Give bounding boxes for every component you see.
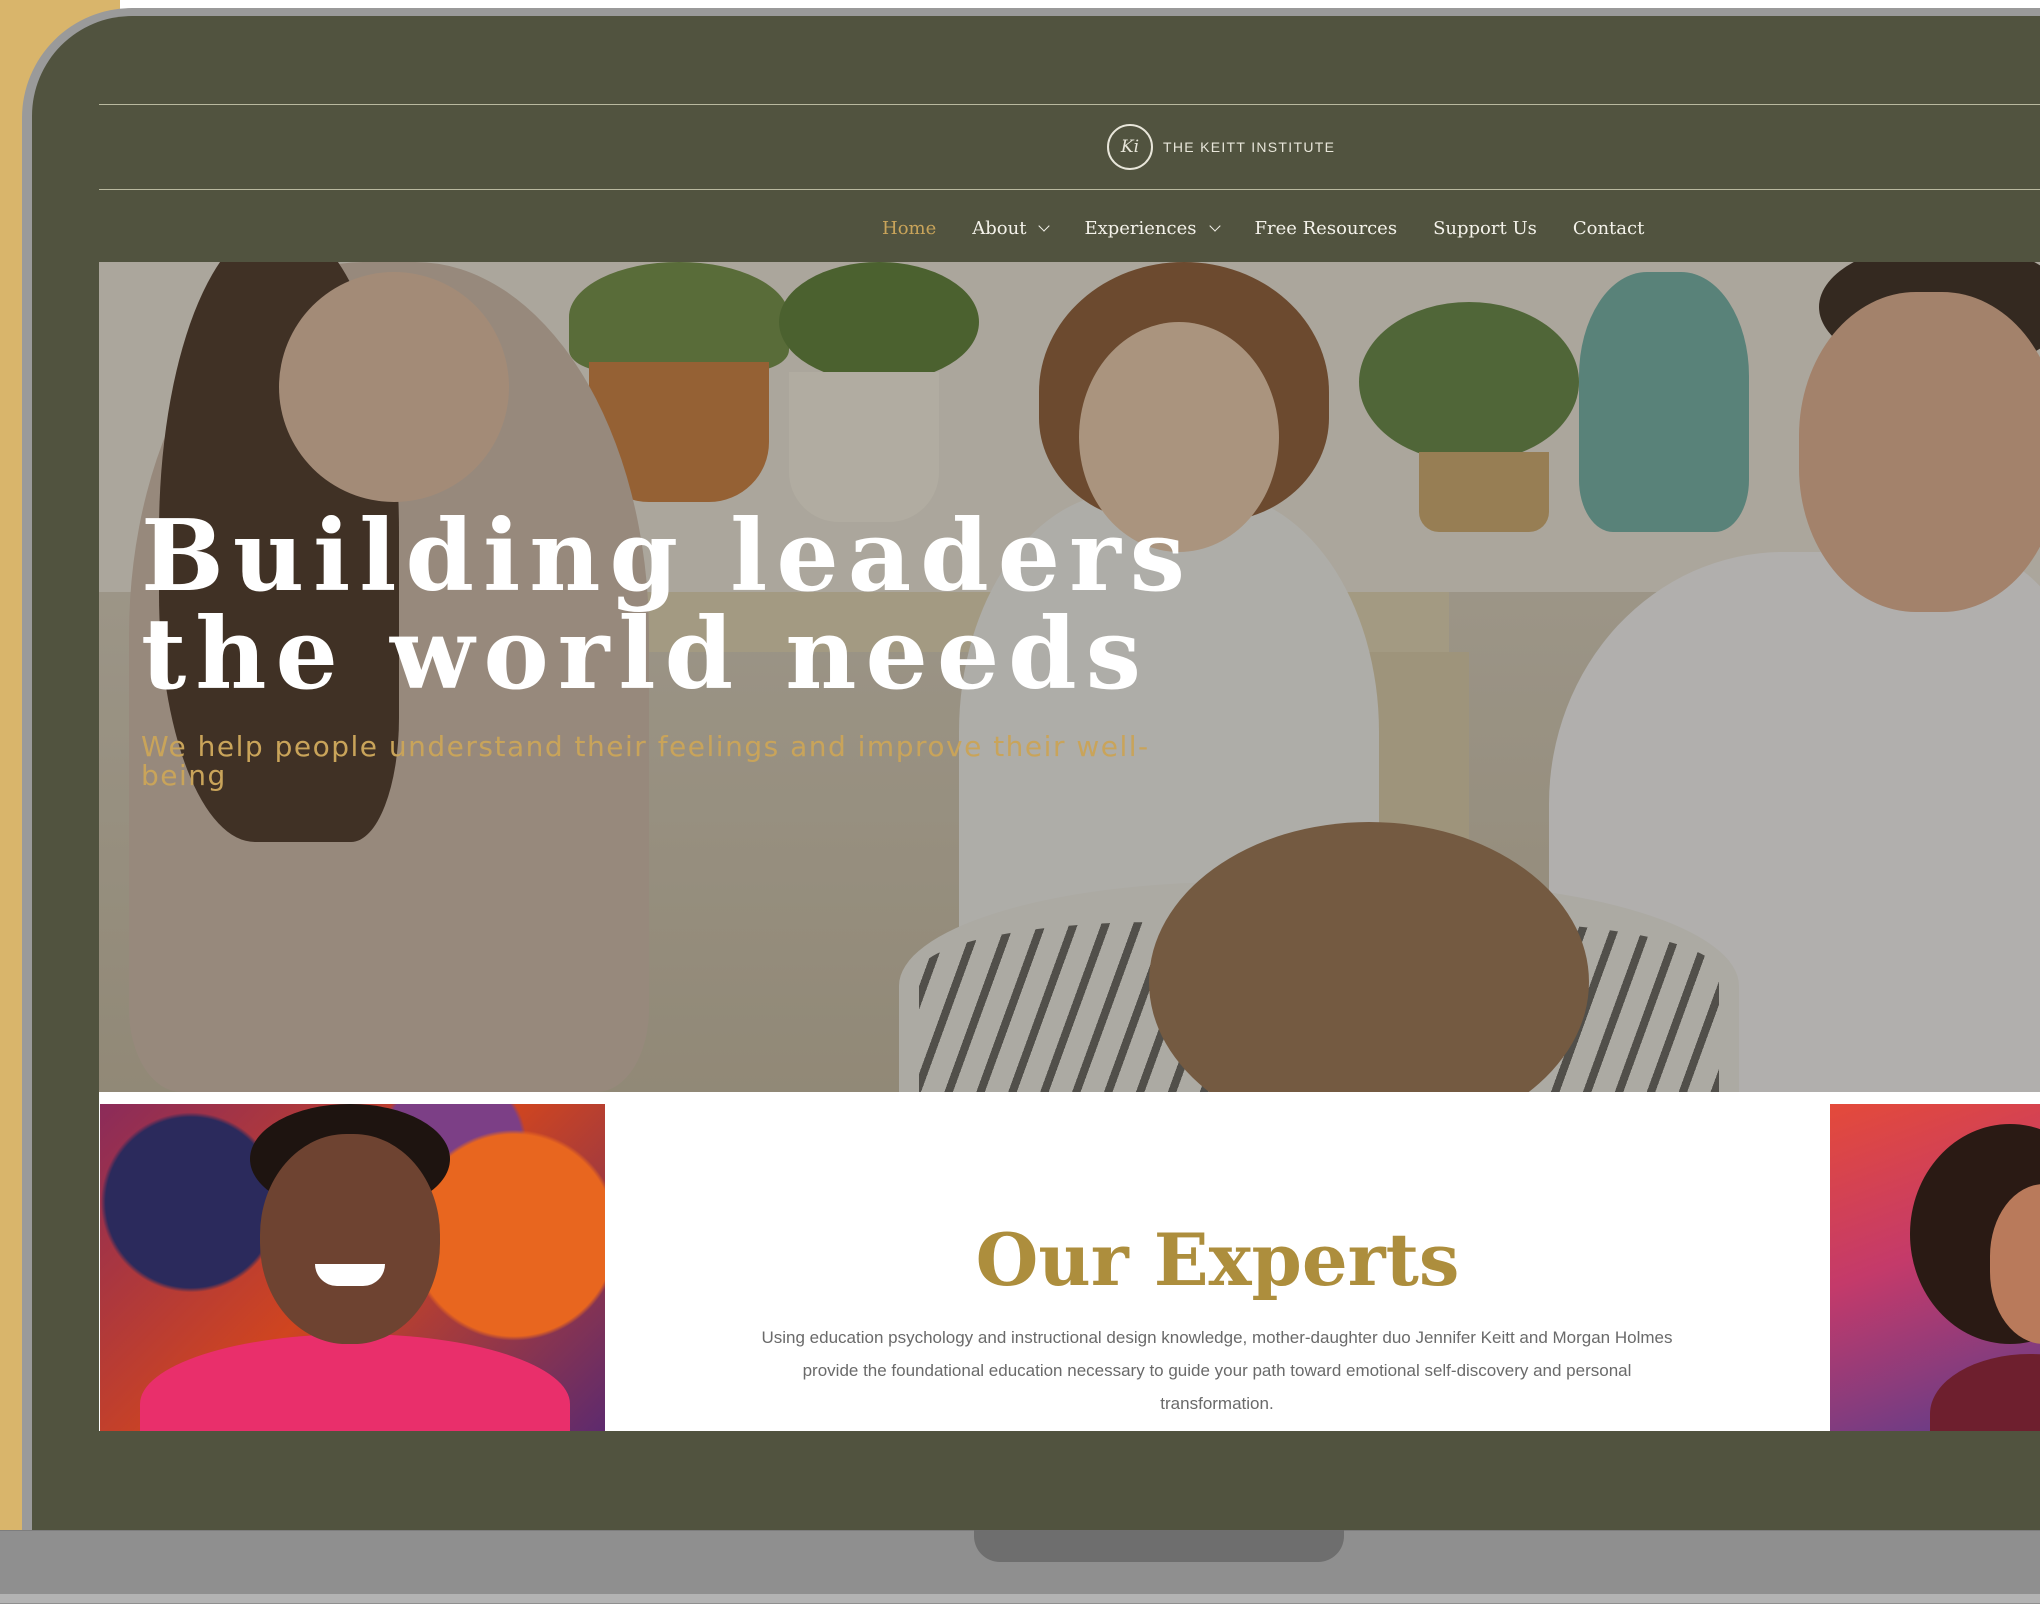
expert-photo-shirt [140, 1334, 570, 1431]
main-nav: Home About Experiences Free Resources Su… [99, 190, 2040, 266]
experts-section: Our Experts Using education psychology a… [99, 1092, 2040, 1431]
nav-item-experiences[interactable]: Experiences [1084, 217, 1221, 239]
nav-item-label: Experiences [1084, 217, 1197, 239]
monogram-circle-logo-icon: Ki [1107, 124, 1153, 170]
logo-text: THE KEITT INSTITUTE [1163, 139, 1336, 155]
chevron-down-icon [1038, 220, 1051, 232]
nav-item-home[interactable]: Home [882, 218, 936, 239]
nav-item-label: Contact [1572, 217, 1645, 239]
nav-item-contact[interactable]: Contact [1573, 218, 1644, 239]
hero-title-line: the world needs [141, 597, 1150, 712]
expert-photo-face [260, 1134, 440, 1344]
hero-section: Building leaders the world needs We help… [99, 262, 2040, 1092]
nav-item-label: About [972, 217, 1027, 239]
hero-title: Building leaders the world needs [141, 508, 1194, 704]
experts-description: Using education psychology and instructi… [761, 1328, 1673, 1413]
site-logo[interactable]: Ki THE KEITT INSTITUTE [1107, 124, 1335, 170]
nav-item-about[interactable]: About [972, 217, 1051, 239]
logo-band: Ki THE KEITT INSTITUTE [99, 105, 2040, 189]
nav-item-label: Free Resources [1254, 217, 1398, 239]
nav-item-label: Home [882, 217, 937, 239]
nav-items: Home About Experiences Free Resources Su… [882, 190, 1680, 266]
experts-title: Our Experts [975, 1217, 1460, 1302]
expert-photo-top [1930, 1354, 2040, 1431]
chevron-down-icon [1208, 220, 1221, 232]
nav-item-free-resources[interactable]: Free Resources [1255, 218, 1398, 239]
nav-item-support-us[interactable]: Support Us [1433, 218, 1537, 239]
laptop-base-edge [0, 1594, 2040, 1603]
nav-item-label: Support Us [1433, 217, 1537, 239]
expert-photo-left [100, 1104, 605, 1431]
expert-photo-smile [315, 1264, 385, 1286]
expert-photo-right [1830, 1104, 2040, 1431]
hero-subtitle: We help people understand their feelings… [141, 730, 1150, 792]
hero-title-line: Building leaders [141, 499, 1194, 614]
website: Ki THE KEITT INSTITUTE Home About Experi… [99, 104, 2040, 1431]
laptop-notch [974, 1530, 1344, 1562]
